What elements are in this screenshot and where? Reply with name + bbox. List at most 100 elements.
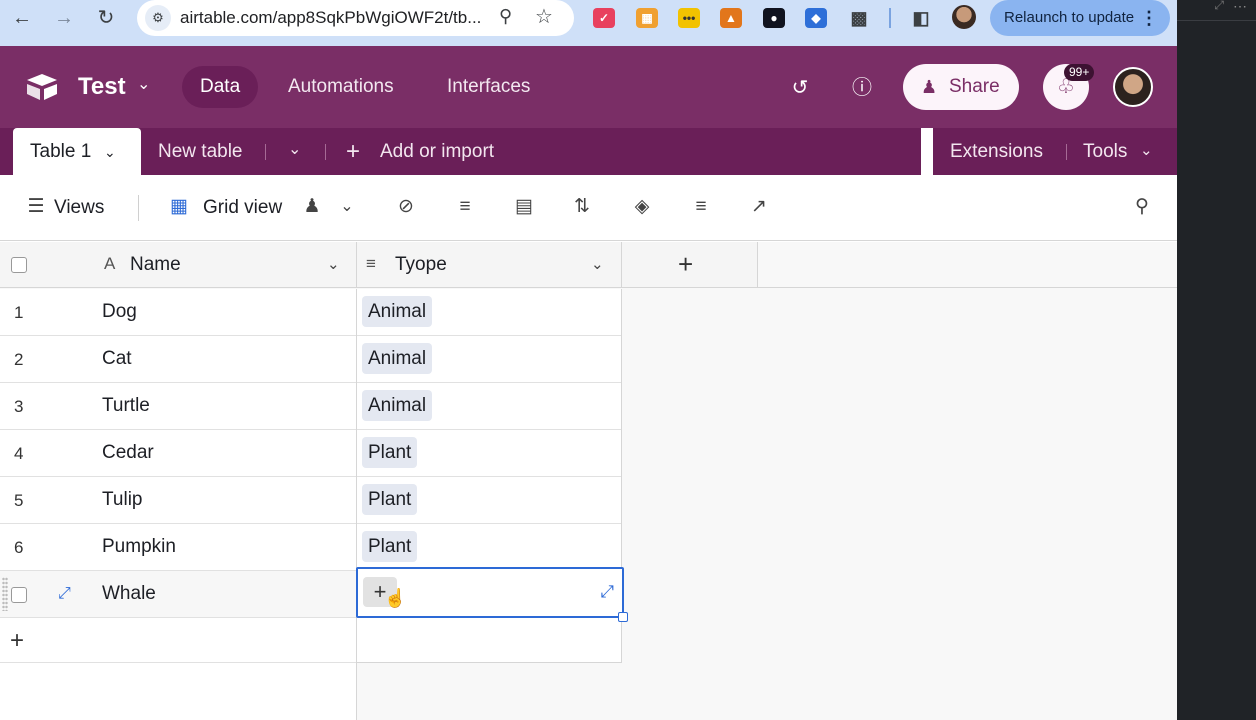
address-bar[interactable]: ⚙ airtable.com/app8SqkPbWgiOWF2t/tb... ⚲…	[137, 0, 574, 36]
group-icon[interactable]: ▤	[512, 195, 536, 219]
column-header-type[interactable]: ≡ Tyope ⌄	[357, 242, 622, 288]
extensions-button[interactable]: Extensions	[950, 128, 1043, 175]
more-icon[interactable]: ⋯	[1233, 0, 1248, 15]
relaunch-button[interactable]: Relaunch to update ⋮	[990, 0, 1170, 36]
name-cell[interactable]: Tulip	[102, 489, 142, 511]
select-all-checkbox[interactable]	[11, 257, 27, 273]
layout-extension-icon[interactable]: ▦	[636, 8, 658, 28]
table-tabs-right: Extensions Tools ⌄	[933, 128, 1177, 175]
tools-button[interactable]: Tools	[1083, 128, 1127, 175]
tab-table-1[interactable]: Table 1 ⌄	[13, 128, 141, 175]
table-row[interactable]: Animal	[357, 383, 621, 430]
add-or-import-button[interactable]: Add or import	[380, 128, 494, 175]
table-row[interactable]: Plant	[357, 524, 621, 571]
table-row[interactable]: Plant	[357, 477, 621, 524]
fill-handle[interactable]	[618, 612, 628, 622]
add-field-button[interactable]: +	[622, 242, 758, 288]
help-icon[interactable]: ⓘ	[850, 76, 874, 100]
name-cell[interactable]: Turtle	[102, 395, 150, 417]
name-cell[interactable]: Dog	[102, 301, 137, 323]
user-avatar[interactable]	[1113, 67, 1153, 107]
app-extension-icon[interactable]: ●	[763, 8, 785, 28]
divider	[138, 195, 139, 221]
share-label: Share	[949, 76, 1000, 97]
bookmark-star-icon[interactable]: ☆	[535, 4, 553, 29]
table-row[interactable]: 4 Cedar	[0, 430, 356, 477]
zoom-icon[interactable]: ⚲	[499, 6, 512, 27]
plus-icon: +	[346, 138, 361, 165]
view-name[interactable]: Grid view	[203, 197, 282, 219]
table-row[interactable]: Animal	[357, 336, 621, 383]
tab-data[interactable]: Data	[182, 66, 259, 108]
chevron-down-icon[interactable]: ⌄	[104, 129, 116, 176]
chevron-down-icon[interactable]: ⌄	[137, 74, 150, 94]
base-name[interactable]: Test	[78, 73, 126, 101]
table-row[interactable]: 6 Pumpkin	[0, 524, 356, 571]
browser-profile-avatar[interactable]	[952, 5, 976, 29]
table-row[interactable]: 2 Cat	[0, 336, 356, 383]
views-button[interactable]: Views	[54, 197, 104, 219]
drag-handle-icon[interactable]	[2, 577, 8, 611]
side-panel-icon[interactable]: ◧	[910, 8, 932, 28]
single-select-icon: ≡	[366, 254, 376, 273]
chevron-down-icon[interactable]: ⌄	[591, 255, 604, 273]
table-row[interactable]: ⤢ Whale	[0, 571, 356, 618]
color-icon[interactable]: ◈	[630, 195, 654, 219]
site-settings-icon[interactable]: ⚙	[145, 5, 171, 31]
back-icon[interactable]: ←	[6, 6, 38, 32]
chevron-down-icon[interactable]: ⌄	[1140, 127, 1153, 174]
row-number: 4	[14, 444, 24, 463]
reload-icon[interactable]: ↻	[90, 6, 122, 32]
divider	[1066, 144, 1067, 160]
row-height-icon[interactable]: ≡	[689, 195, 713, 219]
row-number: 3	[14, 397, 24, 416]
metamask-extension-icon[interactable]: ▲	[720, 8, 742, 28]
extensions-puzzle-icon[interactable]: ▩	[848, 8, 870, 28]
password-extension-icon[interactable]: •••	[678, 8, 700, 28]
search-icon[interactable]: ⚲	[1130, 195, 1154, 219]
table-row[interactable]: 3 Turtle	[0, 383, 356, 430]
sort-icon[interactable]: ⇅	[570, 195, 594, 219]
name-cell[interactable]: Pumpkin	[102, 536, 176, 558]
forward-icon[interactable]: →	[48, 6, 80, 32]
shield-extension-icon[interactable]: ◆	[805, 8, 827, 28]
table-row[interactable]: 5 Tulip	[0, 477, 356, 524]
divider	[265, 144, 266, 160]
history-icon[interactable]: ↺	[788, 76, 812, 100]
url-text: airtable.com/app8SqkPbWgiOWF2t/tb...	[180, 8, 482, 27]
hamburger-icon[interactable]: ☰	[24, 195, 48, 219]
relaunch-label: Relaunch to update	[1004, 9, 1135, 26]
chevron-down-icon[interactable]: ⌄	[327, 255, 340, 273]
expand-cell-icon[interactable]: ⤢	[600, 582, 614, 602]
table-row[interactable]: Animal	[357, 289, 621, 336]
share-button[interactable]: ♟ Share	[903, 64, 1019, 110]
pointer-hand-icon: ☝	[384, 588, 407, 608]
table-row[interactable]: 1 Dog	[0, 289, 356, 336]
hide-fields-icon[interactable]: ⊘	[394, 195, 418, 219]
share-view-icon[interactable]: ↗	[747, 195, 771, 219]
expand-icon[interactable]: ⤢	[1214, 0, 1224, 13]
name-cell[interactable]: Cat	[102, 348, 132, 370]
airtable-logo-icon[interactable]	[25, 72, 59, 102]
table-row[interactable]: Plant	[357, 430, 621, 477]
new-table-tab[interactable]: New table	[158, 128, 243, 175]
people-icon: ♟	[921, 77, 938, 97]
add-record-row[interactable]: +	[0, 618, 356, 663]
tab-automations[interactable]: Automations	[270, 66, 412, 108]
more-tables-chevron-icon[interactable]: ⌄	[288, 126, 301, 173]
pocket-extension-icon[interactable]: ✓	[593, 8, 615, 28]
type-chip: Animal	[362, 390, 433, 421]
notification-count-badge: 99+	[1064, 64, 1095, 81]
row-checkbox[interactable]	[11, 587, 27, 603]
header-empty-area	[758, 242, 1177, 288]
chevron-down-icon[interactable]: ⌄	[335, 195, 359, 219]
name-cell[interactable]: Whale	[102, 583, 156, 605]
filter-icon[interactable]: ≡	[453, 195, 477, 219]
more-menu-icon[interactable]: ⋮	[1140, 0, 1158, 36]
type-chip: Plant	[362, 437, 418, 468]
app-header: Test ⌄ Data Automations Interfaces ↺ ⓘ ♟…	[0, 46, 1177, 128]
expand-record-icon[interactable]: ⤢	[58, 585, 71, 603]
name-cell[interactable]: Cedar	[102, 442, 154, 464]
column-header-name[interactable]: A Name ⌄	[0, 242, 357, 288]
tab-interfaces[interactable]: Interfaces	[429, 66, 548, 108]
